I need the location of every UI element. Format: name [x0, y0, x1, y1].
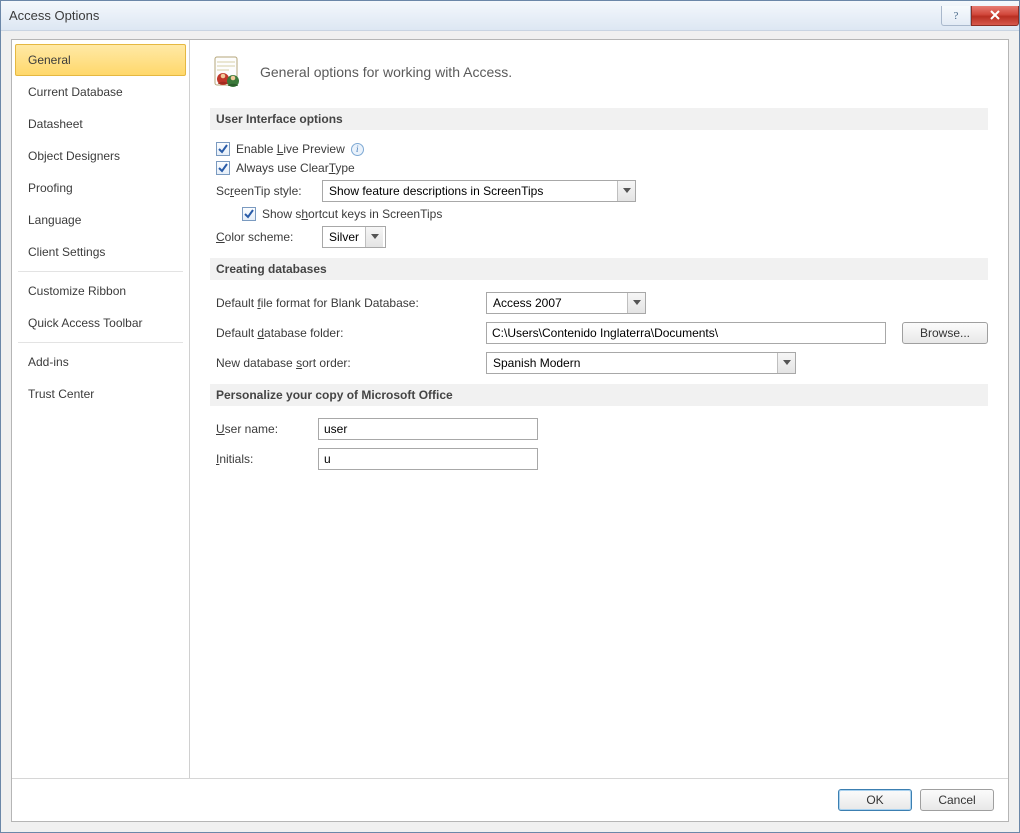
sidebar-item-add-ins[interactable]: Add-ins — [15, 346, 186, 378]
help-button[interactable]: ? — [941, 6, 971, 26]
dialog-footer: OK Cancel — [12, 778, 1008, 821]
section-personalize: Personalize your copy of Microsoft Offic… — [210, 384, 988, 406]
checkbox-show-shortcut-keys[interactable] — [242, 207, 256, 221]
input-default-db-folder[interactable] — [486, 322, 886, 344]
select-color-scheme[interactable]: Silver — [322, 226, 386, 248]
svg-text:?: ? — [954, 10, 959, 21]
ok-button[interactable]: OK — [838, 789, 912, 811]
content-panel: General options for working with Access.… — [190, 40, 1008, 778]
page-headline: General options for working with Access. — [260, 64, 512, 80]
chevron-down-icon — [627, 293, 645, 313]
page-header: General options for working with Access. — [210, 54, 988, 90]
sidebar-separator — [18, 342, 183, 343]
label-show-shortcut-keys: Show shortcut keys in ScreenTips — [262, 207, 442, 221]
sidebar-item-proofing[interactable]: Proofing — [15, 172, 186, 204]
sidebar-item-object-designers[interactable]: Object Designers — [15, 140, 186, 172]
sidebar-item-general[interactable]: General — [15, 44, 186, 76]
checkbox-enable-live-preview[interactable] — [216, 142, 230, 156]
sidebar-separator — [18, 271, 183, 272]
chevron-down-icon — [777, 353, 795, 373]
info-icon[interactable]: i — [351, 143, 364, 156]
dialog-body: General Current Database Datasheet Objec… — [12, 40, 1008, 778]
titlebar: Access Options ? — [1, 1, 1019, 31]
section-creating-databases: Creating databases — [210, 258, 988, 280]
select-default-file-format-value: Access 2007 — [487, 296, 568, 310]
label-enable-live-preview: Enable Live Preview — [236, 142, 345, 156]
label-color-scheme: Color scheme: — [216, 230, 316, 244]
select-default-file-format[interactable]: Access 2007 — [486, 292, 646, 314]
label-sort-order: New database sort order: — [216, 356, 476, 370]
label-initials: Initials: — [216, 452, 308, 466]
sidebar-item-customize-ribbon[interactable]: Customize Ribbon — [15, 275, 186, 307]
input-username[interactable] — [318, 418, 538, 440]
dialog-inner: General Current Database Datasheet Objec… — [11, 39, 1009, 822]
chevron-down-icon — [365, 227, 383, 247]
sidebar-item-client-settings[interactable]: Client Settings — [15, 236, 186, 268]
sidebar-item-trust-center[interactable]: Trust Center — [15, 378, 186, 410]
close-button[interactable] — [971, 6, 1019, 26]
checkbox-always-cleartype[interactable] — [216, 161, 230, 175]
label-default-db-folder: Default database folder: — [216, 326, 476, 340]
select-screentip-style-value: Show feature descriptions in ScreenTips — [323, 184, 549, 198]
select-screentip-style[interactable]: Show feature descriptions in ScreenTips — [322, 180, 636, 202]
sidebar: General Current Database Datasheet Objec… — [12, 40, 190, 778]
section-ui-options: User Interface options — [210, 108, 988, 130]
select-sort-order-value: Spanish Modern — [487, 356, 586, 370]
sidebar-item-current-database[interactable]: Current Database — [15, 76, 186, 108]
creating-db-grid: Default file format for Blank Database: … — [216, 292, 988, 374]
input-initials[interactable] — [318, 448, 538, 470]
general-options-icon — [210, 54, 246, 90]
label-username: User name: — [216, 422, 308, 436]
sidebar-item-datasheet[interactable]: Datasheet — [15, 108, 186, 140]
label-default-file-format: Default file format for Blank Database: — [216, 296, 476, 310]
label-always-cleartype: Always use ClearType — [236, 161, 355, 175]
window-title: Access Options — [9, 8, 99, 23]
personalize-grid: User name: Initials: — [216, 418, 988, 470]
label-screentip-style: ScreenTip style: — [216, 184, 316, 198]
cancel-button[interactable]: Cancel — [920, 789, 994, 811]
select-color-scheme-value: Silver — [323, 230, 365, 244]
select-sort-order[interactable]: Spanish Modern — [486, 352, 796, 374]
dialog-window: Access Options ? General Current Databas… — [0, 0, 1020, 833]
sidebar-item-quick-access-toolbar[interactable]: Quick Access Toolbar — [15, 307, 186, 339]
browse-button[interactable]: Browse... — [902, 322, 988, 344]
sidebar-item-language[interactable]: Language — [15, 204, 186, 236]
chevron-down-icon — [617, 181, 635, 201]
